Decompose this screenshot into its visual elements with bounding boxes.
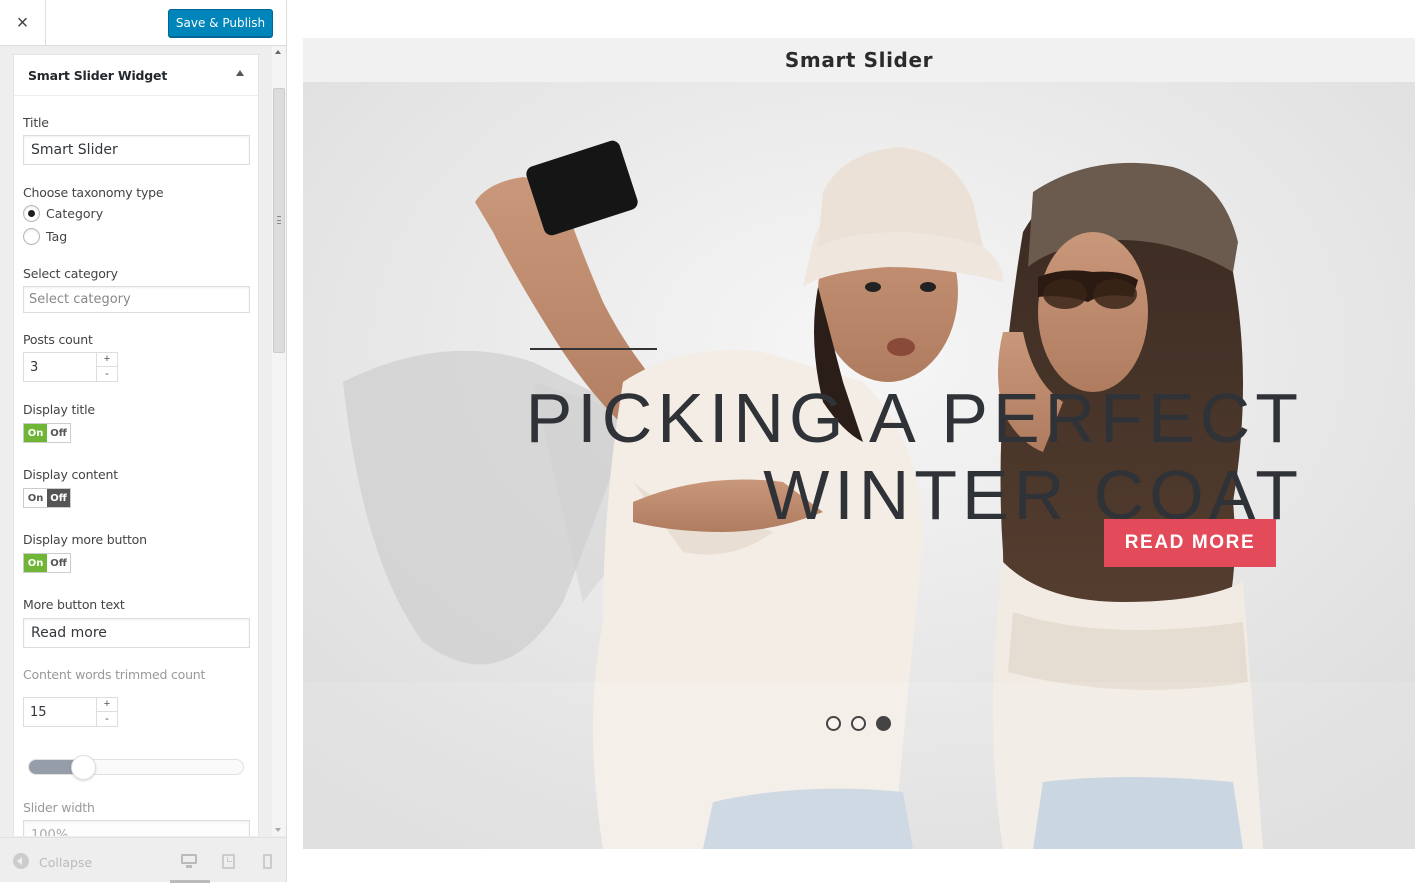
toggle-off[interactable]: Off (47, 554, 70, 572)
collapse-button[interactable]: Collapse (39, 855, 92, 870)
widget-panel: Smart Slider Widget Title Smart Slider C… (0, 46, 286, 836)
slider-dot-1[interactable] (826, 716, 841, 731)
increment-button[interactable]: + (97, 698, 117, 712)
radio-tag[interactable]: Tag (23, 228, 67, 245)
sidebar-header: × Save & Publish (0, 0, 286, 46)
slider-width-label: Slider width (23, 800, 95, 815)
desktop-preview-icon[interactable] (181, 854, 197, 868)
sidebar-footer: Collapse (0, 837, 286, 883)
slider-title: Smart Slider (784, 48, 934, 72)
display-title-toggle[interactable]: On Off (23, 423, 71, 443)
category-label: Select category (23, 266, 118, 281)
display-more-label: Display more button (23, 532, 147, 547)
close-icon: × (16, 12, 29, 34)
slide-heading-line: Picking a perfect (525, 379, 1303, 457)
display-title-label: Display title (23, 402, 95, 417)
save-publish-button[interactable]: Save & Publish (168, 9, 273, 37)
category-select[interactable]: Select category (23, 286, 250, 313)
taxonomy-label: Choose taxonomy type (23, 185, 164, 200)
radio-label: Category (46, 206, 104, 221)
site-preview: Smart Slider PICKING A PERFECT WINTER CO… (287, 0, 1427, 882)
slider-header: Smart Slider (303, 38, 1415, 82)
decrement-button[interactable]: - (97, 367, 117, 381)
radio-category[interactable]: Category (23, 205, 103, 222)
toggle-off[interactable]: Off (47, 424, 70, 442)
radio-button[interactable] (23, 228, 40, 245)
display-content-label: Display content (23, 467, 118, 482)
display-more-toggle[interactable]: On Off (23, 553, 71, 573)
posts-count-value: 3 (30, 360, 39, 375)
collapse-icon[interactable] (13, 853, 29, 869)
smart-slider: Smart Slider PICKING A PERFECT WINTER CO… (303, 38, 1415, 849)
read-more-button[interactable]: Read more (1104, 519, 1276, 567)
widget-title: Smart Slider Widget (28, 68, 168, 83)
display-content-toggle[interactable]: On Off (23, 488, 71, 508)
trim-count-label: Content words trimmed count (23, 667, 206, 682)
slider-dot-3[interactable] (876, 716, 891, 731)
posts-count-stepper[interactable]: 3 + - (23, 352, 118, 382)
tablet-preview-icon[interactable] (222, 854, 235, 869)
grip-icon (277, 216, 281, 224)
trim-count-value: 15 (30, 705, 47, 720)
scroll-thumb[interactable] (273, 88, 285, 353)
panel-scrollbar[interactable] (272, 46, 286, 836)
widget-header[interactable]: Smart Slider Widget (14, 55, 258, 96)
scroll-up-arrow-icon[interactable] (275, 50, 281, 54)
close-button[interactable]: × (0, 0, 46, 46)
more-text-input[interactable]: Read more (23, 618, 250, 648)
decrement-button[interactable]: - (97, 712, 117, 726)
scroll-down-arrow-icon[interactable] (275, 828, 281, 832)
mobile-preview-icon[interactable] (263, 854, 272, 869)
collapse-arrow-icon[interactable] (236, 70, 244, 76)
toggle-on[interactable]: On (24, 554, 47, 572)
toggle-on[interactable]: On (24, 489, 47, 507)
slide-divider-line (530, 348, 657, 350)
range-thumb[interactable] (71, 755, 96, 780)
range-slider[interactable] (28, 755, 244, 780)
title-input[interactable]: Smart Slider (23, 135, 250, 165)
customizer-sidebar: × Save & Publish Smart Slider Widget Tit… (0, 0, 287, 883)
toggle-off[interactable]: Off (47, 489, 70, 507)
posts-count-label: Posts count (23, 332, 93, 347)
smart-slider-widget: Smart Slider Widget Title Smart Slider C… (13, 54, 259, 836)
increment-button[interactable]: + (97, 353, 117, 367)
slider-width-input[interactable]: 100% (23, 820, 250, 836)
radio-button[interactable] (23, 205, 40, 222)
title-label: Title (23, 115, 49, 130)
slider-dot-2[interactable] (851, 716, 866, 731)
toggle-on[interactable]: On (24, 424, 47, 442)
trim-count-stepper[interactable]: 15 + - (23, 697, 118, 727)
slide-heading: Picking a perfect winter coat (483, 380, 1303, 534)
slider-pagination (826, 716, 891, 731)
more-text-label: More button text (23, 597, 125, 612)
radio-label: Tag (46, 229, 68, 244)
